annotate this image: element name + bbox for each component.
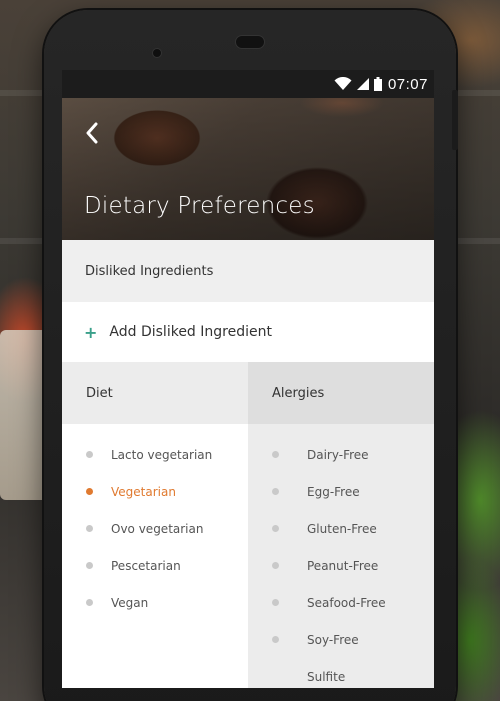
diet-column: Diet Lacto vegetarian Vegetarian Ovo veg…: [62, 362, 248, 688]
checkbox-dot-icon: [272, 488, 279, 495]
diet-option-label: Ovo vegetarian: [111, 521, 204, 536]
allergy-option-soy-free[interactable]: Soy-Free: [248, 621, 434, 658]
allergy-option-label: Sulfite: [307, 669, 346, 684]
allergy-option-gluten-free[interactable]: Gluten-Free: [248, 510, 434, 547]
phone-camera: [152, 48, 162, 58]
diet-option-label: Pescetarian: [111, 558, 181, 573]
radio-dot-icon: [86, 525, 93, 532]
diet-option-lacto-vegetarian[interactable]: Lacto vegetarian: [62, 436, 248, 473]
signal-icon: [356, 77, 370, 91]
page-title: Dietary Preferences: [84, 193, 315, 219]
status-bar: 07:07: [62, 70, 434, 98]
chevron-left-icon: [85, 122, 99, 149]
battery-icon: [373, 77, 382, 91]
plus-icon: +: [84, 322, 98, 342]
allergy-option-label: Egg-Free: [307, 484, 360, 499]
phone-screen: 07:07 Dietary Preferences Disliked Ingre…: [62, 70, 434, 688]
diet-option-label: Vegetarian: [111, 484, 176, 499]
allergy-option-label: Gluten-Free: [307, 521, 377, 536]
diet-option-pescetarian[interactable]: Pescetarian: [62, 547, 248, 584]
diet-option-vegan[interactable]: Vegan: [62, 584, 248, 621]
diet-heading: Diet: [62, 362, 248, 424]
diet-option-label: Vegan: [111, 595, 149, 610]
wifi-icon: [334, 77, 352, 91]
checkbox-dot-icon: [272, 451, 279, 458]
add-disliked-ingredient-label: Add Disliked Ingredient: [109, 324, 272, 340]
phone-speaker: [235, 35, 265, 49]
checkbox-dot-icon: [272, 599, 279, 606]
diet-option-vegetarian[interactable]: Vegetarian: [62, 473, 248, 510]
checkbox-dot-icon: [272, 525, 279, 532]
disliked-ingredients-heading: Disliked Ingredients: [62, 240, 434, 302]
diet-option-ovo-vegetarian[interactable]: Ovo vegetarian: [62, 510, 248, 547]
allergies-heading: Alergies: [248, 362, 434, 424]
checkbox-dot-icon: [272, 562, 279, 569]
back-button[interactable]: [80, 120, 104, 150]
radio-dot-icon: [86, 451, 93, 458]
allergy-option-label: Dairy-Free: [307, 447, 369, 462]
allergy-option-seafood-free[interactable]: Seafood-Free: [248, 584, 434, 621]
allergy-option-sulfite[interactable]: Sulfite: [248, 658, 434, 688]
allergy-option-label: Peanut-Free: [307, 558, 379, 573]
allergy-option-peanut-free[interactable]: Peanut-Free: [248, 547, 434, 584]
allergy-option-label: Seafood-Free: [307, 595, 386, 610]
add-disliked-ingredient-button[interactable]: + Add Disliked Ingredient: [62, 302, 434, 362]
checkbox-dot-icon: [272, 636, 279, 643]
allergies-column: Alergies Dairy-Free Egg-Free Gluten-Free…: [248, 362, 434, 688]
radio-dot-selected-icon: [86, 488, 93, 495]
status-time: 07:07: [387, 75, 428, 93]
phone-side-button: [452, 90, 458, 150]
diet-option-label: Lacto vegetarian: [111, 447, 213, 462]
allergy-option-egg-free[interactable]: Egg-Free: [248, 473, 434, 510]
radio-dot-icon: [86, 562, 93, 569]
radio-dot-icon: [86, 599, 93, 606]
allergy-option-dairy-free[interactable]: Dairy-Free: [248, 436, 434, 473]
header-image: Dietary Preferences: [62, 98, 434, 240]
allergy-option-label: Soy-Free: [307, 632, 359, 647]
